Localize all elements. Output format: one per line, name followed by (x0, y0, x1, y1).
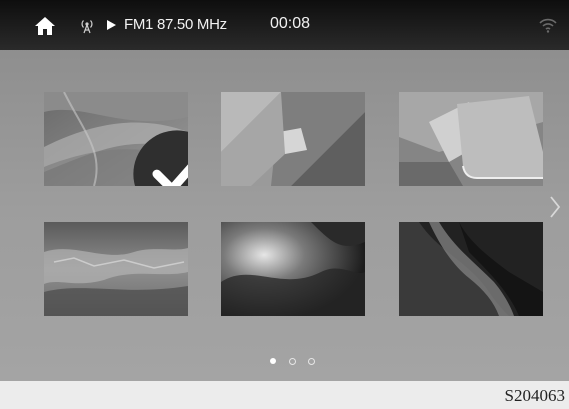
page-indicator (266, 357, 322, 367)
wallpaper-5-image (221, 222, 365, 316)
radio-antenna-icon (81, 20, 93, 34)
next-page-chevron-icon[interactable] (548, 194, 562, 220)
wallpaper-3-image (399, 92, 543, 186)
wallpaper-2-thumbnail[interactable] (221, 92, 365, 186)
wallpaper-1-thumbnail[interactable] (44, 92, 188, 186)
wallpaper-4-image (44, 222, 188, 316)
wallpaper-5-thumbnail[interactable] (221, 222, 365, 316)
page-dot-2[interactable] (289, 358, 296, 365)
selected-check-icon (133, 130, 188, 186)
page-dot-1[interactable] (270, 358, 276, 364)
figure-footer: S204063 (0, 381, 569, 409)
wallpaper-screen: FM1 87.50 MHz 00:08 (0, 0, 569, 381)
page-dot-3[interactable] (308, 358, 315, 365)
wifi-icon (539, 18, 557, 33)
wallpaper-2-image (221, 92, 365, 186)
status-bar: FM1 87.50 MHz 00:08 (0, 0, 569, 50)
wallpaper-6-thumbnail[interactable] (399, 222, 543, 316)
wallpaper-3-thumbnail[interactable] (399, 92, 543, 186)
radio-station-label: FM1 87.50 MHz (124, 16, 227, 33)
home-icon[interactable] (34, 15, 56, 37)
clock-time: 00:08 (270, 15, 311, 32)
wallpaper-6-image (399, 222, 543, 316)
play-icon (107, 20, 116, 30)
wallpaper-4-thumbnail[interactable] (44, 222, 188, 316)
figure-code: S204063 (504, 386, 565, 405)
